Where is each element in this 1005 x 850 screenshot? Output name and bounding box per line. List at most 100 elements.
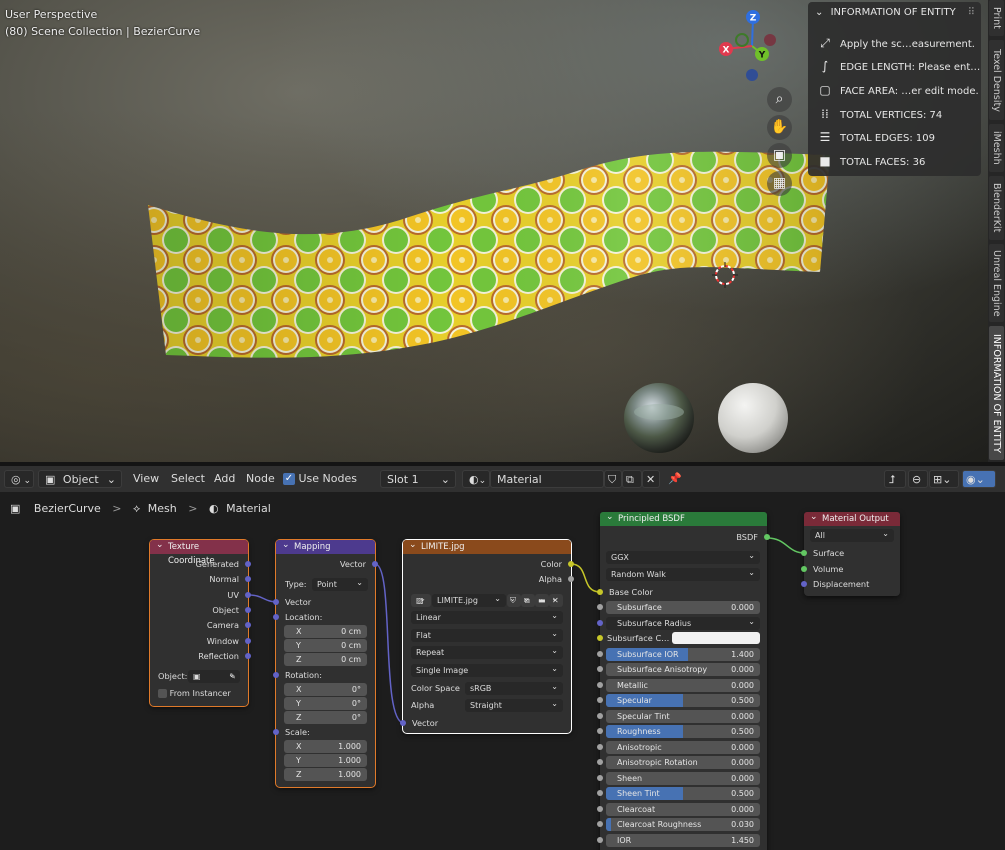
bsdf-field-specular[interactable]: Specular 0.500	[597, 693, 767, 707]
fake-user-icon[interactable]: ⛉	[507, 592, 521, 607]
texcoord-output-camera[interactable]: Camera	[150, 618, 251, 632]
object-mode-dropdown[interactable]: ▣ Object ⌄	[38, 470, 122, 488]
bsdf-field-sheen[interactable]: Sheen 0.000	[597, 771, 767, 785]
interpolation-dropdown[interactable]: Linear	[411, 609, 563, 624]
texcoord-object-field[interactable]: ▣ ✎	[188, 668, 240, 683]
bsdf-field-ior[interactable]: IOR 1.450	[597, 833, 767, 847]
texcoord-output-generated[interactable]: Generated	[150, 557, 251, 571]
bsdf-field-subsurface-c[interactable]: Subsurface C…	[597, 631, 767, 645]
material-output-node[interactable]: Material Output All Surface Volume Displ…	[801, 510, 900, 596]
info-panel-header[interactable]: ⌄ INFORMATION OF ENTITY ⠿	[808, 2, 981, 24]
bsdf-field-clearcoat-roughness[interactable]: Clearcoat Roughness 0.030	[597, 817, 767, 831]
pin-icon[interactable]: 📌	[668, 470, 682, 488]
use-nodes-checkbox[interactable]: ✓ Use Nodes	[283, 470, 357, 488]
tab-blenderkit[interactable]: BlenderKit	[989, 176, 1004, 240]
duplicate-icon[interactable]: ⧉	[622, 470, 642, 488]
camera-icon[interactable]: ▣	[767, 143, 792, 168]
material-browse-button[interactable]: ◐⌄	[462, 470, 490, 488]
texcoord-output-normal[interactable]: Normal	[150, 572, 251, 586]
mapping-node[interactable]: Mapping Vector Type: Point Vector Locati…	[273, 538, 378, 788]
drag-handle-icon[interactable]: ⠿	[968, 2, 975, 24]
menu-add[interactable]: Add	[214, 470, 235, 488]
bsdf-field-specular-tint[interactable]: Specular Tint 0.000	[597, 709, 767, 723]
bsdf-field-subsurface-anisotropy[interactable]: Subsurface Anisotropy 0.000	[597, 662, 767, 676]
texcoord-output-reflection[interactable]: Reflection	[150, 649, 251, 663]
principled-bsdf-node[interactable]: Principled BSDF BSDF GGX Random Walk Bas…	[597, 510, 770, 850]
image-texture-node[interactable]: LIMITE.jpg Color Alpha ▨ LIMITE.jpg ⛉ ⧉ …	[400, 538, 574, 734]
mapping-node-header[interactable]: Mapping	[276, 538, 375, 554]
rotation-y-field[interactable]: Y 0°	[284, 697, 367, 710]
texcoord-output-object[interactable]: Object	[150, 603, 251, 617]
scale-x-field[interactable]: X 1.000	[284, 740, 367, 753]
overlays-dropdown[interactable]: ◉⌄	[962, 470, 996, 488]
colorspace-dropdown[interactable]: sRGB	[465, 680, 563, 695]
slot-dropdown[interactable]: Slot 1 ⌄	[380, 470, 456, 488]
editor-type-dropdown[interactable]: ◎ ⌄	[4, 470, 34, 488]
menu-view[interactable]: View	[133, 470, 159, 488]
texture-coordinate-node[interactable]: Texture Coordinate Generated Normal UV O…	[149, 538, 251, 707]
output-target-dropdown[interactable]: All	[810, 527, 894, 542]
3d-viewport[interactable]: User Perspective (80) Scene Collection |…	[0, 0, 988, 462]
rotation-z-field[interactable]: Z 0°	[284, 711, 367, 724]
tab-information-of-entity[interactable]: INFORMATION OF ENTITY	[989, 326, 1004, 460]
rotation-x-field[interactable]: X 0°	[284, 683, 367, 696]
image-output-color[interactable]: Color	[403, 557, 574, 571]
output-input-surface[interactable]: Surface	[801, 546, 900, 560]
grid-icon[interactable]: ▦	[767, 171, 792, 196]
scale-z-field[interactable]: Z 1.000	[284, 768, 367, 781]
folder-icon[interactable]: ▬	[535, 592, 549, 607]
snap-mode-dropdown[interactable]: ⊞⌄	[929, 470, 959, 488]
chevron-down-icon[interactable]: ⌄	[815, 7, 823, 18]
hand-icon[interactable]: ✋	[767, 115, 792, 140]
image-name-field[interactable]: LIMITE.jpg	[432, 592, 506, 607]
location-x-field[interactable]: X0 cm	[284, 625, 367, 638]
mapping-input-vector[interactable]: Vector	[273, 595, 375, 609]
bsdf-output[interactable]: BSDF	[600, 530, 770, 544]
tab-unreal-engine[interactable]: Unreal Engine	[989, 244, 1004, 322]
distribution-dropdown[interactable]: GGX	[606, 549, 760, 564]
mapping-output-vector[interactable]: Vector	[276, 557, 378, 571]
texcoord-node-header[interactable]: Texture Coordinate	[150, 538, 248, 566]
image-input-vector[interactable]: Vector	[400, 716, 571, 730]
tab-print[interactable]: Print	[989, 0, 1004, 36]
image-node-header[interactable]: LIMITE.jpg	[403, 538, 571, 554]
texcoord-output-window[interactable]: Window	[150, 634, 251, 648]
output-input-displacement[interactable]: Displacement	[801, 577, 900, 591]
bsdf-field-anisotropic[interactable]: Anisotropic 0.000	[597, 740, 767, 754]
bsdf-field-roughness[interactable]: Roughness 0.500	[597, 724, 767, 738]
bsdf-field-metallic[interactable]: Metallic 0.000	[597, 678, 767, 692]
zoom-icon[interactable]: ⌕	[767, 87, 792, 112]
node-editor-canvas[interactable]: ▣ BezierCurve > ⟡ Mesh > ◐ Material Text…	[0, 492, 1005, 850]
navigation-gizmo[interactable]: Z Y X	[716, 8, 796, 88]
base-color-input[interactable]: Base Color	[597, 585, 767, 599]
extension-dropdown[interactable]: Repeat	[411, 644, 563, 659]
bsdf-field-subsurface-ior[interactable]: Subsurface IOR 1.400	[597, 647, 767, 661]
bsdf-field-sheen-tint[interactable]: Sheen Tint 0.500	[597, 786, 767, 800]
eyedropper-icon[interactable]: ✎	[229, 670, 236, 683]
menu-node[interactable]: Node	[246, 470, 275, 488]
mapping-type-dropdown[interactable]: Point	[312, 576, 368, 591]
bsdf-field-anisotropic-rotation[interactable]: Anisotropic Rotation 0.000	[597, 755, 767, 769]
bsdf-field-subsurface[interactable]: Subsurface 0.000	[597, 600, 767, 614]
texcoord-output-uv[interactable]: UV	[150, 588, 251, 602]
tab-imeshh[interactable]: iMeshh	[989, 124, 1004, 172]
output-input-volume[interactable]: Volume	[801, 562, 900, 576]
close-icon[interactable]: ✕	[642, 470, 660, 488]
fake-user-icon[interactable]: ⛉	[604, 470, 622, 488]
location-z-field[interactable]: Z0 cm	[284, 653, 367, 666]
subsurface-method-dropdown[interactable]: Random Walk	[606, 566, 760, 581]
snap-icon[interactable]: ⊖	[908, 470, 928, 488]
from-instancer-checkbox[interactable]: From Instancer	[158, 686, 248, 700]
parent-node-tree-icon[interactable]: ⮥	[884, 470, 906, 488]
menu-select[interactable]: Select	[171, 470, 205, 488]
subsurface-color-swatch[interactable]	[672, 632, 760, 644]
source-dropdown[interactable]: Single Image	[411, 662, 563, 677]
bsdf-field-clearcoat[interactable]: Clearcoat 0.000	[597, 802, 767, 816]
image-output-alpha[interactable]: Alpha	[403, 572, 574, 586]
tab-texel-density[interactable]: Texel Density	[989, 40, 1004, 120]
image-browse-button[interactable]: ▨	[411, 592, 431, 607]
projection-dropdown[interactable]: Flat	[411, 627, 563, 642]
close-icon[interactable]: ✕	[549, 592, 563, 607]
alpha-dropdown[interactable]: Straight	[465, 697, 563, 712]
material-name-field[interactable]: Material	[490, 470, 604, 488]
